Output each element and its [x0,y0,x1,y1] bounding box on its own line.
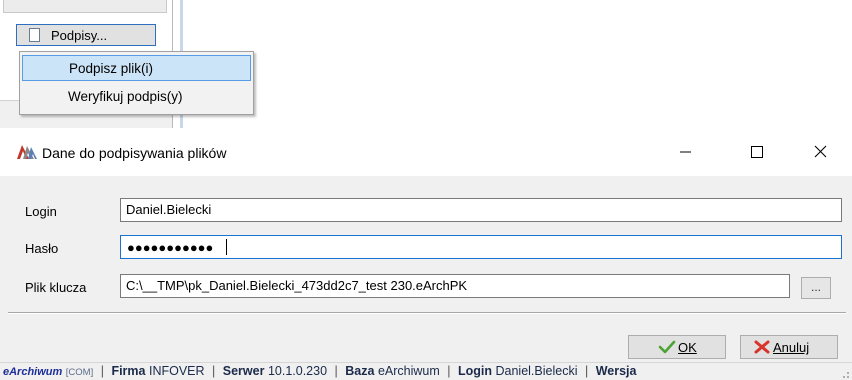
status-bar: eArchiwum [COM] | Firma INFOVER | Serwer… [0,362,852,380]
key-file-input[interactable]: C:\__TMP\pk_Daniel.Bielecki_473dd2c7_tes… [120,274,790,298]
cancel-button-label: Anuluj [773,340,810,355]
key-file-label: Plik klucza [25,280,87,295]
close-icon [814,145,827,158]
wersja-label: Wersja [595,364,637,378]
text-caret [226,239,227,255]
sign-data-dialog: Dane do podpisywania plików Login Daniel… [0,128,852,379]
password-label: Hasło [25,241,59,256]
close-button[interactable] [796,128,846,176]
browse-button[interactable]: ... [801,277,831,299]
context-menu: Podpisz plik(i) Weryfikuj podpis(y) [19,51,254,115]
password-mask: ●●●●●●●●●●● [127,240,214,255]
firma-value: INFOVER [148,364,205,378]
resize-grip-icon[interactable] [838,367,850,379]
serwer-label: Serwer [222,364,265,378]
toolbar-strip [3,0,167,13]
status-login-label: Login [457,364,492,378]
brand-suffix: [COM] [65,367,94,378]
maximize-icon [751,146,763,158]
login-input[interactable]: Daniel.Bielecki [120,198,842,222]
minimize-button[interactable] [660,128,710,176]
maximize-button[interactable] [732,128,782,176]
cancel-x-icon [754,340,770,354]
login-value: Daniel.Bielecki [126,202,212,217]
brand-logo: eArchiwum [3,366,63,378]
menu-item-sign-files[interactable]: Podpisz plik(i) [22,55,251,81]
menu-item-label: Weryfikuj podpis(y) [68,89,183,104]
menu-fragment: Podpisy... Podpisz plik(i) Weryfikuj pod… [0,0,272,129]
podpisy-button[interactable]: Podpisy... [16,24,156,46]
baza-label: Baza [345,364,375,378]
document-icon [29,28,40,42]
firma-label: Firma [111,364,146,378]
podpisy-button-label: Podpisy... [51,28,108,43]
dialog-title: Dane do podpisywania plików [42,145,227,161]
ok-button[interactable]: OK [628,335,726,359]
key-file-value: C:\__TMP\pk_Daniel.Bielecki_473dd2c7_tes… [126,278,468,293]
separator [8,312,846,314]
menu-item-verify-signatures[interactable]: Weryfikuj podpis(y) [22,84,251,110]
app-icon [17,145,37,159]
ok-button-label: OK [678,340,697,355]
checkmark-icon [658,340,676,354]
cancel-button[interactable]: Anuluj [740,335,838,359]
login-label: Login [25,204,57,219]
status-login-value: Daniel.Bielecki [495,364,578,378]
baza-value: eArchiwum [377,364,440,378]
minimize-icon [680,151,691,153]
menu-item-label: Podpisz plik(i) [69,61,154,76]
password-input[interactable]: ●●●●●●●●●●● [120,235,842,259]
title-bar: Dane do podpisywania plików [0,128,852,176]
serwer-value: 10.1.0.230 [267,364,328,378]
